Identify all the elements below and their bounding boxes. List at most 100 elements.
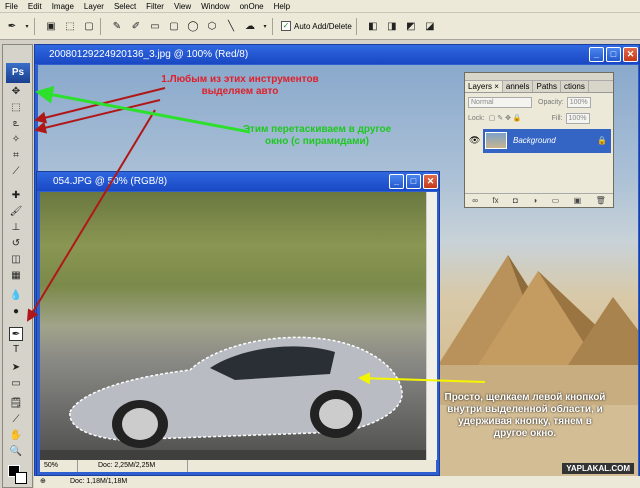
car-window-title[interactable]: 054.JPG @ 50% (RGB/8) bbox=[37, 172, 439, 191]
zoom-tool-icon[interactable]: 🔍 bbox=[9, 445, 23, 459]
layers-palette-bottom: ∞ fx ◘ ◑ ▭ ▣ 🗑 bbox=[465, 193, 613, 207]
line-icon[interactable]: ╲ bbox=[224, 19, 238, 33]
menu-onone[interactable]: onOne bbox=[235, 2, 269, 11]
tab-actions[interactable]: ctions bbox=[561, 81, 589, 92]
divider bbox=[34, 17, 35, 35]
minimize-button[interactable]: _ bbox=[589, 47, 604, 62]
blend-row: Normal Opacity: 100% bbox=[465, 95, 613, 109]
main-window-statusbar: ⊕ Doc: 1,18M/1,18M bbox=[34, 476, 640, 488]
type-tool-icon[interactable]: T bbox=[9, 343, 23, 357]
white-annotation: Просто, щелкаем левой кнопкой внутри выд… bbox=[444, 392, 606, 439]
tab-channels[interactable]: annels bbox=[503, 81, 534, 92]
ellipse-icon[interactable]: ◯ bbox=[186, 19, 200, 33]
rounded-rectangle-icon[interactable]: ▢ bbox=[167, 19, 181, 33]
path-combine-exclude-icon[interactable]: ◪ bbox=[423, 19, 437, 33]
background-color-swatch[interactable] bbox=[15, 472, 27, 484]
main-window-controls: _ □ ✕ bbox=[589, 47, 638, 62]
paths-icon[interactable]: ⬚ bbox=[63, 19, 77, 33]
tab-layers[interactable]: Layers × bbox=[465, 81, 503, 92]
lock-label: Lock: bbox=[468, 114, 485, 122]
adjustment-icon[interactable]: ◑ bbox=[532, 194, 537, 207]
fill-label: Fill: bbox=[551, 114, 563, 122]
close-button[interactable]: ✕ bbox=[423, 174, 438, 189]
history-brush-tool-icon[interactable]: ↺ bbox=[9, 237, 23, 251]
pen-icon[interactable]: ✎ bbox=[110, 19, 124, 33]
maximize-button[interactable]: □ bbox=[406, 174, 421, 189]
chevron-down-icon[interactable]: ▾ bbox=[24, 19, 30, 33]
clone-stamp-tool-icon[interactable]: ⊥ bbox=[9, 221, 23, 235]
custom-shape-icon[interactable]: ☁ bbox=[243, 19, 257, 33]
fill-field[interactable]: 100% bbox=[565, 112, 590, 124]
path-combine-intersect-icon[interactable]: ◩ bbox=[404, 19, 418, 33]
divider bbox=[100, 17, 101, 35]
pen-tool-preset-icon[interactable]: ✒ bbox=[5, 19, 19, 33]
lock-icons[interactable]: ▢ ✎ ✥ 🔒 bbox=[489, 114, 522, 122]
car-canvas[interactable] bbox=[40, 192, 427, 460]
path-combine-add-icon[interactable]: ◧ bbox=[366, 19, 380, 33]
gradient-tool-icon[interactable]: ▦ bbox=[9, 269, 23, 283]
shape-layers-icon[interactable]: ▣ bbox=[44, 19, 58, 33]
blur-tool-icon[interactable]: 💧 bbox=[9, 289, 23, 303]
eyedropper-icon[interactable]: ⟋ bbox=[9, 413, 23, 427]
pen-tool-icon[interactable]: ✒ bbox=[9, 327, 23, 341]
polygon-icon[interactable]: ⬡ bbox=[205, 19, 219, 33]
photoshop-screen: File Edit Image Layer Select Filter View… bbox=[0, 0, 640, 488]
menu-edit[interactable]: Edit bbox=[23, 2, 47, 11]
path-combine-subtract-icon[interactable]: ◨ bbox=[385, 19, 399, 33]
lock-row: Lock: ▢ ✎ ✥ 🔒 Fill: 100% bbox=[465, 111, 613, 125]
eyedropper-tool-icon[interactable]: ⟋ bbox=[9, 165, 23, 179]
hand-tool-icon[interactable]: ✋ bbox=[9, 429, 23, 443]
rectangle-icon[interactable]: ▭ bbox=[148, 19, 162, 33]
dodge-tool-icon[interactable]: ● bbox=[9, 305, 23, 319]
menu-image[interactable]: Image bbox=[47, 2, 79, 11]
layers-palette-titlebar[interactable] bbox=[465, 73, 613, 81]
eraser-tool-icon[interactable]: ◫ bbox=[9, 253, 23, 267]
tab-paths[interactable]: Paths bbox=[533, 81, 561, 92]
maximize-button[interactable]: □ bbox=[606, 47, 621, 62]
blend-mode-select[interactable]: Normal bbox=[468, 96, 532, 108]
freeform-pen-icon[interactable]: ✐ bbox=[129, 19, 143, 33]
notes-tool-icon[interactable]: 🗒 bbox=[9, 397, 23, 411]
eye-icon[interactable]: 👁 bbox=[469, 135, 480, 146]
path-selection-tool-icon[interactable]: ➤ bbox=[9, 361, 23, 375]
menu-file[interactable]: File bbox=[0, 2, 23, 11]
divider bbox=[272, 17, 273, 35]
chevron-down-icon[interactable]: ▾ bbox=[262, 19, 268, 33]
mask-icon[interactable]: ◘ bbox=[513, 194, 518, 207]
vertical-scrollbar[interactable] bbox=[426, 192, 437, 460]
fill-pixels-icon[interactable]: ▢ bbox=[82, 19, 96, 33]
opacity-field[interactable]: 100% bbox=[566, 96, 591, 108]
brush-tool-icon[interactable]: 🖌 bbox=[9, 205, 23, 219]
zoom-field[interactable]: 50% bbox=[40, 460, 78, 472]
folder-icon[interactable]: ▭ bbox=[552, 194, 560, 207]
red-annotation: 1.Любым из этих инструментов выделяем ав… bbox=[161, 74, 319, 97]
main-zoom-icon[interactable]: ⊕ bbox=[34, 476, 64, 488]
photoshop-logo[interactable]: Ps bbox=[6, 63, 30, 83]
menu-filter[interactable]: Filter bbox=[141, 2, 169, 11]
lasso-tool-icon[interactable]: ఽ bbox=[9, 117, 23, 131]
main-window-title[interactable]: 20080129224920136_3.jpg @ 100% (Red/8) bbox=[35, 45, 639, 64]
watermark: YAPLAKAL.COM bbox=[562, 463, 634, 474]
main-doc-size: Doc: 1,18M/1,18M bbox=[70, 478, 128, 485]
menu-window[interactable]: Window bbox=[196, 2, 234, 11]
marquee-tool-icon[interactable]: ⬚ bbox=[9, 101, 23, 115]
car-document-window[interactable]: 054.JPG @ 50% (RGB/8) _ □ ✕ 50% Doc: 2,2… bbox=[36, 171, 440, 476]
layer-background[interactable]: Background 🔒 bbox=[483, 129, 611, 153]
fx-icon[interactable]: fx bbox=[492, 194, 498, 207]
new-layer-icon[interactable]: ▣ bbox=[574, 194, 582, 207]
healing-brush-tool-icon[interactable]: ✚ bbox=[9, 189, 23, 203]
menu-layer[interactable]: Layer bbox=[79, 2, 109, 11]
trash-icon[interactable]: 🗑 bbox=[596, 194, 606, 207]
auto-add-delete-checkbox[interactable]: ✓ bbox=[281, 21, 291, 31]
magic-wand-tool-icon[interactable]: ✧ bbox=[9, 133, 23, 147]
link-icon[interactable]: ∞ bbox=[472, 194, 478, 207]
menu-view[interactable]: View bbox=[169, 2, 196, 11]
menu-select[interactable]: Select bbox=[109, 2, 141, 11]
crop-tool-icon[interactable]: ⌗ bbox=[9, 149, 23, 163]
minimize-button[interactable]: _ bbox=[389, 174, 404, 189]
menu-help[interactable]: Help bbox=[269, 2, 295, 11]
menu-bar: File Edit Image Layer Select Filter View… bbox=[0, 0, 640, 13]
shape-tool-icon[interactable]: ▭ bbox=[9, 377, 23, 391]
move-tool-icon[interactable]: ✥ bbox=[9, 85, 23, 99]
close-button[interactable]: ✕ bbox=[623, 47, 638, 62]
